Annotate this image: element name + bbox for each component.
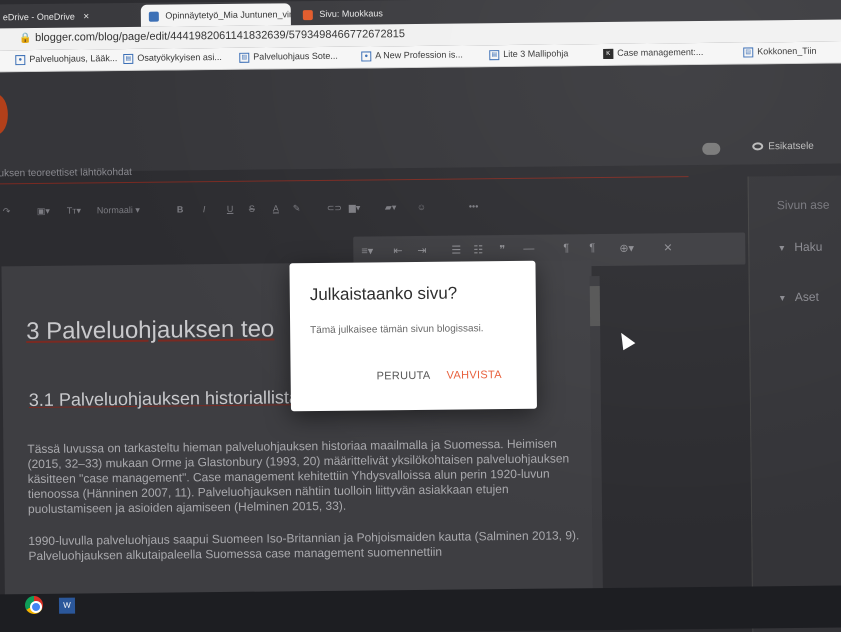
clear-formatting-icon[interactable]: ✕ (663, 241, 672, 254)
bookmark-lite-mallipohja[interactable]: ▤ Lite 3 Mallipohja (489, 48, 568, 60)
strikethrough-icon[interactable]: S (249, 204, 255, 214)
docs-icon: ▤ (123, 53, 134, 64)
paragraph: Tässä luvussa on tarkasteltu hieman palv… (27, 436, 570, 517)
link-icon[interactable]: ⊂⊃ (327, 203, 342, 214)
tab-label: Opinnäytetyö_Mia Juntunen_vin (165, 9, 291, 21)
highlight-icon[interactable]: ✎ (293, 203, 301, 214)
video-icon[interactable]: ▰▾ (385, 202, 397, 213)
tab-label: eDrive - OneDrive (2, 11, 75, 23)
bookmark-case-management[interactable]: K Case management:... (603, 47, 703, 59)
docs-icon (148, 11, 159, 22)
indent-decrease-icon[interactable]: ⇤ (393, 244, 402, 257)
scrollbar-thumb[interactable] (589, 286, 601, 327)
word-icon[interactable]: W (58, 597, 76, 614)
indent-increase-icon[interactable]: ⇥ (417, 244, 426, 257)
bullet-list-icon[interactable]: ☰ (451, 244, 461, 257)
bookmark-kokkonen[interactable]: ▤ Kokkonen_Tiin (743, 46, 817, 58)
divider-icon[interactable]: — (523, 243, 534, 255)
docs-icon: ▤ (489, 49, 500, 60)
confirm-button[interactable]: VAHVISTA (447, 369, 502, 382)
vertical-scrollbar[interactable] (589, 276, 603, 595)
emoji-icon[interactable]: ☺ (417, 202, 426, 212)
page-icon[interactable]: ▣▾ (37, 206, 50, 217)
photographed-screen: eDrive - OneDrive × Opinnäytetyö_Mia Jun… (0, 0, 841, 632)
font-size-icon[interactable]: Tт▾ (67, 205, 81, 216)
bookmark-new-profession[interactable]: ● A New Profession is... (361, 49, 463, 62)
cloud-save-icon (702, 142, 721, 155)
bookmark-palveluohjaus-laak[interactable]: ● Palveluohjaus, Lääk... (15, 53, 117, 65)
tab-page-edit[interactable]: Sivu: Muokkaus (295, 2, 415, 25)
paragraph: 1990-luvulla palveluohjaus saapui Suomee… (28, 528, 580, 564)
page-settings-sidebar: Sivun ase ▾ Haku ▾ Aset (747, 175, 841, 632)
paragraph-style-dropdown[interactable]: Normaali ▾ (97, 205, 140, 216)
tab-label: Sivu: Muokkaus (319, 8, 383, 19)
more-icon[interactable]: ••• (469, 201, 479, 211)
italic-icon[interactable]: I (203, 204, 206, 214)
eye-icon (752, 142, 764, 151)
rtl-icon[interactable]: ¶ (589, 242, 595, 254)
publish-dialog: Julkaistaanko sivu? Tämä julkaisee tämän… (289, 260, 537, 412)
chrome-icon[interactable] (22, 593, 46, 617)
editor-toolbar: ↷ ▣▾ Tт▾ Normaali ▾ B I U S A ✎ ⊂⊃ ▆▾ ▰▾… (0, 194, 593, 224)
bookmark-osatyokykyisen[interactable]: ▤ Osatyökykyisen asi... (123, 52, 222, 64)
numbered-list-icon[interactable]: ☷ (473, 243, 483, 256)
tab-onedrive[interactable]: eDrive - OneDrive × (0, 5, 125, 28)
windows-taskbar (0, 585, 841, 632)
k-icon: K (603, 48, 614, 59)
sidebar-title: Sivun ase (776, 197, 830, 213)
url-text[interactable]: blogger.com/blog/page/edit/4441982061141… (35, 28, 405, 44)
preview-button[interactable]: Esikatsele (752, 141, 814, 153)
docs-icon: ▤ (743, 47, 754, 58)
dialog-title: Julkaistaanko sivu? (309, 283, 458, 305)
dialog-message: Tämä julkaisee tämän sivun blogissasi. (310, 323, 484, 337)
language-icon[interactable]: ⊕▾ (619, 242, 634, 255)
bold-icon[interactable]: B (177, 204, 184, 214)
quote-icon[interactable]: ❞ (499, 243, 505, 256)
chevron-down-icon: ▾ (779, 243, 785, 255)
ltr-icon[interactable]: ¶ (563, 242, 569, 254)
browser-window: eDrive - OneDrive × Opinnäytetyö_Mia Jun… (0, 0, 841, 632)
tab-thesis-doc[interactable]: Opinnäytetyö_Mia Juntunen_vin × (140, 3, 291, 27)
mouse-cursor-icon (615, 329, 636, 351)
align-icon[interactable]: ≡▾ (361, 244, 373, 257)
close-icon[interactable]: × (83, 11, 89, 22)
underline-icon[interactable]: U (227, 204, 234, 214)
globe-icon: ● (361, 51, 372, 62)
globe-icon: ● (15, 54, 26, 65)
cancel-button[interactable]: PERUUTA (377, 370, 431, 383)
blogger-icon (302, 9, 313, 20)
bookmark-palveluohjaus-sote[interactable]: ▤ Palveluohjaus Sote... (239, 51, 338, 63)
sidebar-item-search[interactable]: ▾ Haku (779, 240, 822, 254)
docs-icon: ▤ (239, 52, 250, 63)
text-color-icon[interactable]: A (273, 203, 279, 213)
lock-icon: 🔒 (19, 32, 32, 45)
sidebar-item-settings[interactable]: ▾ Aset (780, 290, 819, 304)
image-icon[interactable]: ▆▾ (349, 203, 361, 214)
chevron-down-icon: ▾ (779, 293, 785, 305)
editor-header (0, 63, 841, 173)
redo-icon[interactable]: ↷ (3, 206, 11, 217)
